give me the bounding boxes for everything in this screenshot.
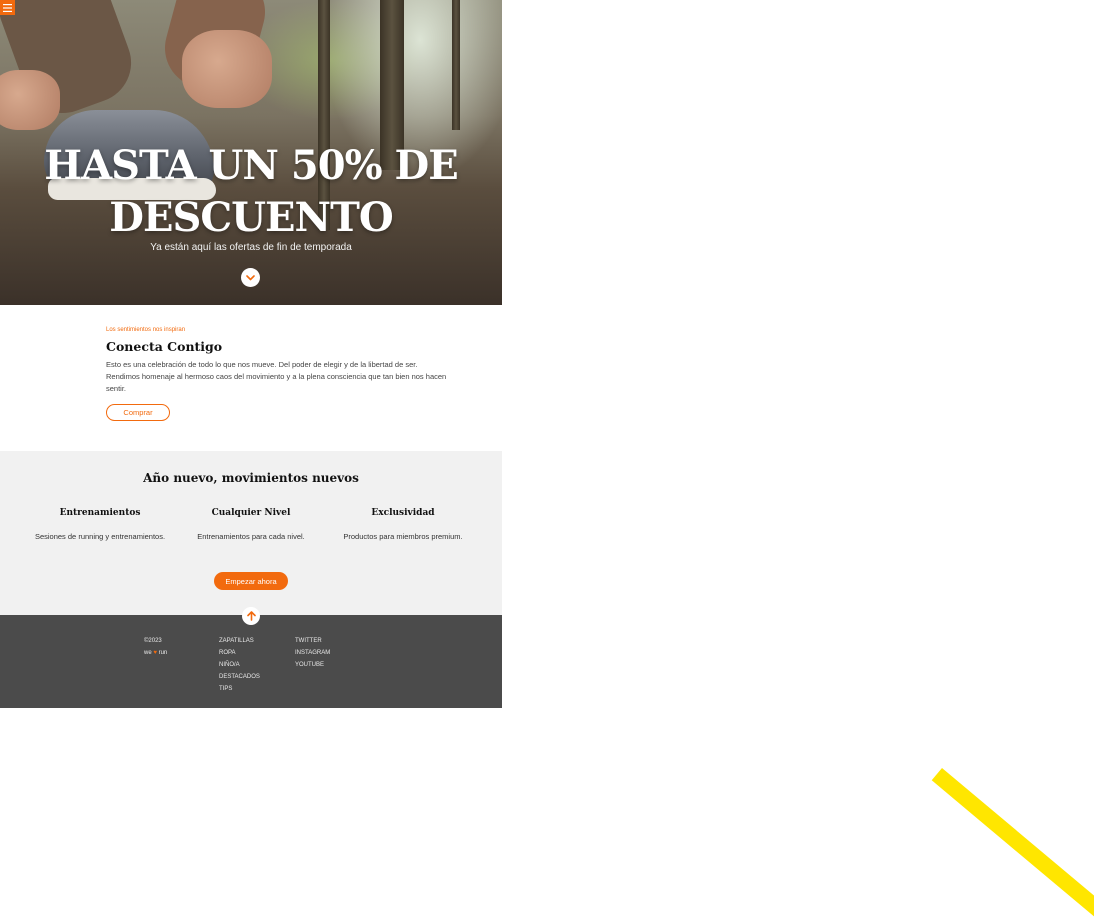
chevron-down-icon (246, 274, 255, 280)
footer-link-youtube[interactable]: YOUTUBE (295, 659, 330, 671)
feature-item: Cualquier Nivel Entrenamientos para cada… (171, 508, 331, 541)
features-title: Año nuevo, movimientos nuevos (143, 471, 359, 485)
footer-link-destacados[interactable]: DESTACADOS (219, 671, 260, 683)
footer-brand: ©2023 we ♥ run (144, 635, 167, 659)
hamburger-icon (3, 3, 12, 12)
feature-title: Cualquier Nivel (211, 508, 291, 518)
footer-link-tips[interactable]: TIPS (219, 683, 260, 695)
intro-eyebrow: Los sentimientos nos inspiran (106, 327, 186, 333)
footer-link-twitter[interactable]: TWITTER (295, 635, 330, 647)
brand-left: we (144, 650, 152, 656)
back-to-top-button[interactable] (242, 607, 260, 625)
footer-social: TWITTER INSTAGRAM YOUTUBE (295, 635, 330, 671)
footer-link-zapatillas[interactable]: ZAPATILLAS (219, 635, 260, 647)
hero-runner-hand (0, 70, 60, 130)
landing-page: HASTA UN 50% DE DESCUENTO Ya están aquí … (0, 0, 502, 708)
brand-logo: we ♥ run (144, 647, 167, 659)
start-now-button[interactable]: Empezar ahora (214, 572, 288, 590)
feature-text: Sesiones de running y entrenamientos. (34, 532, 166, 541)
feature-title: Entrenamientos (59, 508, 141, 518)
feature-text: Entrenamientos para cada nivel. (197, 532, 305, 541)
feature-item: Entrenamientos Sesiones de running y ent… (20, 508, 180, 541)
feature-title: Exclusividad (371, 508, 435, 518)
footer-link-ropa[interactable]: ROPA (219, 647, 260, 659)
footer-link-ninos[interactable]: NIÑO/A (219, 659, 260, 671)
intro-title: Conecta Contigo (106, 339, 223, 354)
hero-background-tree (452, 0, 460, 130)
scroll-down-button[interactable] (241, 268, 260, 287)
features-section: Año nuevo, movimientos nuevos Entrenamie… (0, 451, 502, 625)
intro-section: Los sentimientos nos inspiran Conecta Co… (0, 305, 502, 451)
footer-nav: ZAPATILLAS ROPA NIÑO/A DESTACADOS TIPS (219, 635, 260, 695)
site-footer: ©2023 we ♥ run ZAPATILLAS ROPA NIÑO/A DE… (0, 615, 502, 708)
hero-subtitle: Ya están aquí las ofertas de fin de temp… (150, 242, 352, 253)
arrow-up-icon (246, 611, 256, 621)
intro-text: Esto es una celebración de todo lo que n… (106, 360, 447, 393)
hero-banner: HASTA UN 50% DE DESCUENTO Ya están aquí … (0, 0, 502, 305)
copyright: ©2023 (144, 638, 162, 644)
hero-title: HASTA UN 50% DE DESCUENTO (44, 142, 458, 241)
feature-text: Productos para miembros premium. (343, 532, 463, 541)
feature-item: Exclusividad Productos para miembros pre… (323, 508, 483, 541)
heart-icon: ♥ (153, 650, 157, 656)
footer-link-instagram[interactable]: INSTAGRAM (295, 647, 330, 659)
hero-runner-hand (182, 30, 272, 108)
shop-button[interactable]: Comprar (106, 404, 170, 421)
brand-right: run (158, 650, 168, 656)
yellow-stripe-decoration (931, 768, 1094, 922)
menu-button[interactable] (0, 0, 15, 15)
